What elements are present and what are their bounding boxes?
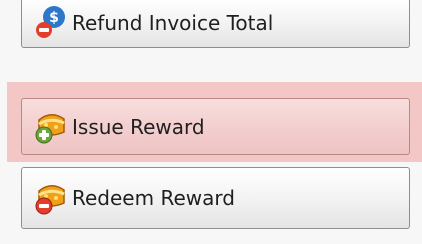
refund-invoice-total-label: Refund Invoice Total xyxy=(72,10,274,35)
reward-actions-panel: $ Refund Invoice Total Issue Reward Rede… xyxy=(0,0,422,244)
treasure-remove-icon xyxy=(34,181,68,215)
svg-text:$: $ xyxy=(49,10,59,26)
redeem-reward-label: Redeem Reward xyxy=(72,186,235,210)
refund-dollar-icon: $ xyxy=(34,5,68,40)
redeem-reward-button[interactable]: Redeem Reward xyxy=(21,167,410,229)
treasure-add-icon xyxy=(34,110,68,144)
issue-reward-button[interactable]: Issue Reward xyxy=(21,98,410,155)
refund-invoice-total-button[interactable]: $ Refund Invoice Total xyxy=(21,0,410,48)
issue-reward-label: Issue Reward xyxy=(72,114,205,139)
